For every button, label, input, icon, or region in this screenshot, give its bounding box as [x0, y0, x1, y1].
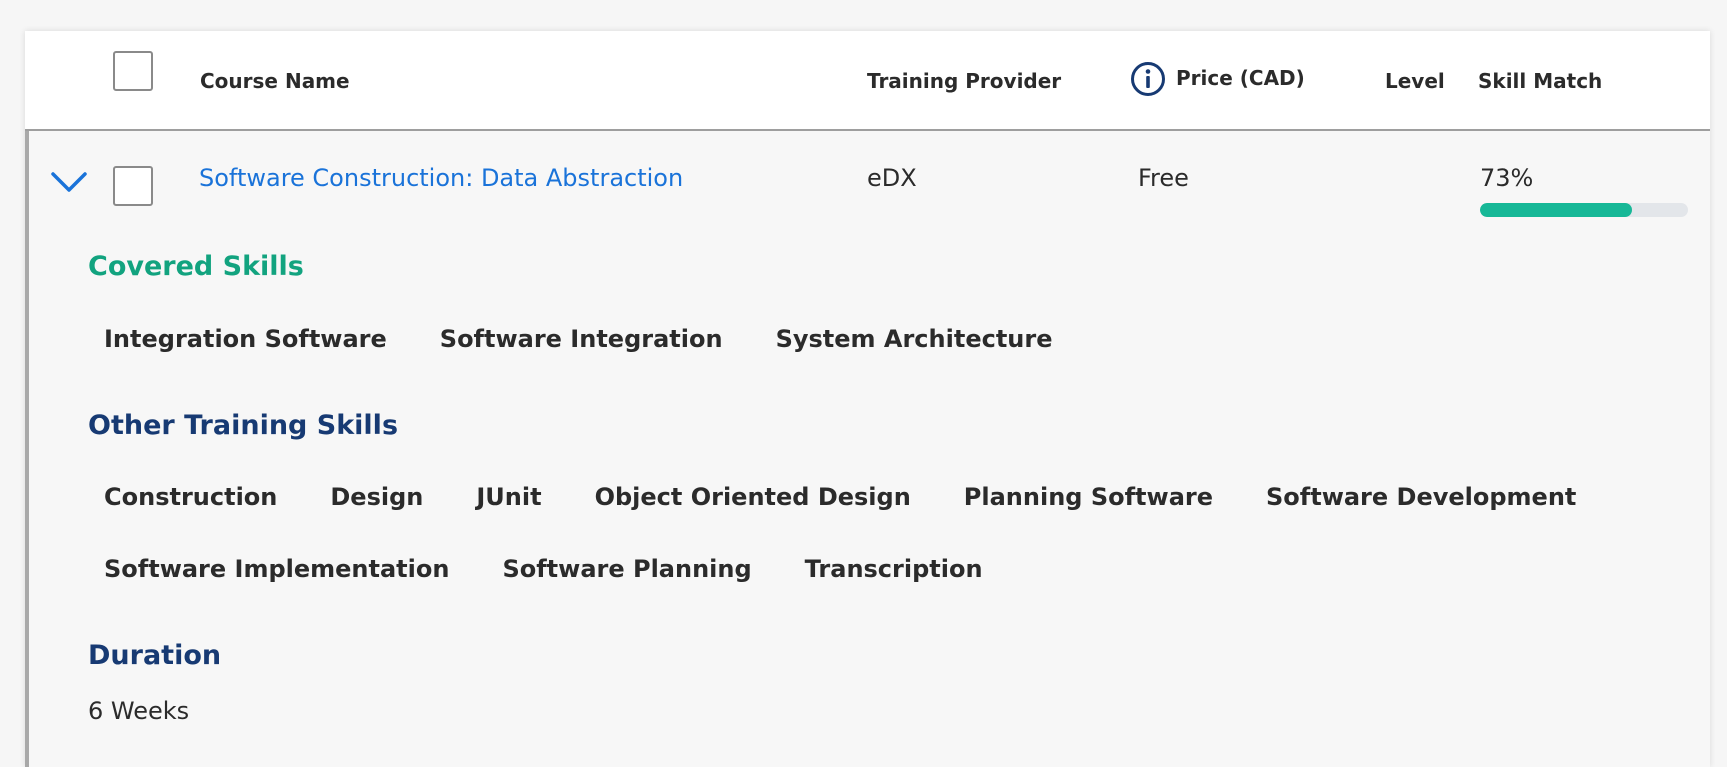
- header-level[interactable]: Level: [1385, 69, 1445, 93]
- skill-tag: Transcription: [804, 555, 983, 583]
- select-all-checkbox[interactable]: [113, 51, 153, 91]
- skill-match-progress-fill: [1480, 203, 1632, 217]
- header-skill-match[interactable]: Skill Match: [1478, 69, 1602, 93]
- table-row: Software Construction: Data Abstraction …: [25, 131, 1710, 767]
- header-price[interactable]: Price (CAD): [1176, 66, 1305, 90]
- duration-value: 6 Weeks: [88, 697, 190, 725]
- skill-tag: Object Oriented Design: [594, 483, 911, 511]
- duration-title: Duration: [88, 640, 222, 671]
- course-name-link[interactable]: Software Construction: Data Abstraction: [199, 164, 683, 192]
- skill-tag: System Architecture: [775, 325, 1053, 353]
- skill-tag: Integration Software: [104, 325, 387, 353]
- skill-tag: Software Integration: [439, 325, 723, 353]
- row-select-checkbox[interactable]: [113, 166, 153, 206]
- training-provider-value: eDX: [867, 164, 917, 192]
- skill-match-progress-bar: [1480, 203, 1688, 217]
- course-results-table: Course Name Training Provider Price (CAD…: [25, 31, 1710, 767]
- info-icon[interactable]: [1130, 61, 1166, 97]
- other-skills-list-row-2: Software Implementation Software Plannin…: [104, 555, 983, 583]
- skill-match-percent: 73%: [1480, 164, 1534, 192]
- other-training-skills-title: Other Training Skills: [88, 410, 399, 441]
- price-value: Free: [1138, 164, 1189, 192]
- header-training-provider[interactable]: Training Provider: [867, 69, 1061, 93]
- header-course-name[interactable]: Course Name: [200, 69, 350, 93]
- table-header: Course Name Training Provider Price (CAD…: [25, 31, 1710, 131]
- skill-tag: Software Planning: [502, 555, 752, 583]
- chevron-down-icon[interactable]: [50, 171, 88, 193]
- skill-tag: Design: [330, 483, 424, 511]
- skill-tag: JUnit: [476, 483, 542, 511]
- covered-skills-title: Covered Skills: [88, 251, 304, 282]
- skill-tag: Software Development: [1266, 483, 1577, 511]
- skill-tag: Software Implementation: [104, 555, 450, 583]
- skill-tag: Construction: [104, 483, 278, 511]
- other-skills-list-row-1: Construction Design JUnit Object Oriente…: [104, 483, 1576, 511]
- covered-skills-list: Integration Software Software Integratio…: [104, 325, 1053, 353]
- skill-tag: Planning Software: [963, 483, 1213, 511]
